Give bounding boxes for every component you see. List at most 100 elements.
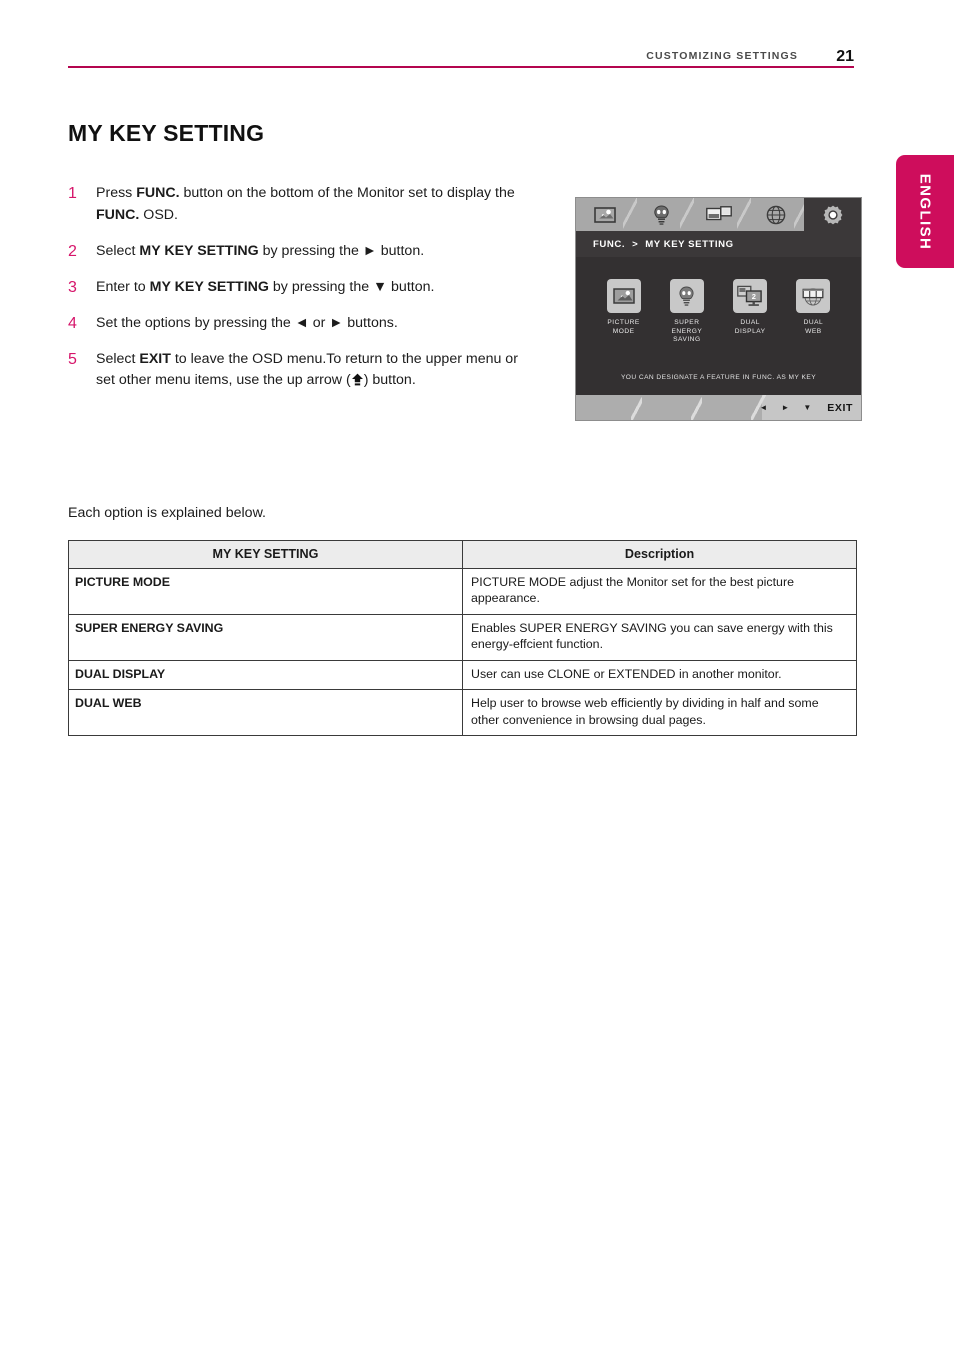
step-text: Set the options by pressing the ◄ or ► b… bbox=[96, 313, 538, 335]
step-fragment: by pressing the ► button. bbox=[258, 242, 425, 259]
header-divider-rule bbox=[68, 66, 854, 68]
table-cell-description: User can use CLONE or EXTENDED in anothe… bbox=[462, 659, 857, 690]
osd-option-picture-mode[interactable]: PICTURE MODE bbox=[596, 279, 652, 345]
osd-option-super-energy-saving[interactable]: SUPER ENERGY SAVING bbox=[659, 279, 715, 345]
step-fragment: button on the bottom of the Monitor set … bbox=[179, 185, 515, 201]
header-breadcrumb-title: CUSTOMIZING SETTINGS bbox=[646, 50, 798, 62]
instruction-steps-list: 1 Press FUNC. button on the bottom of the… bbox=[68, 183, 538, 406]
up-arrow-icon bbox=[351, 372, 364, 386]
osd-breadcrumb-separator: > bbox=[632, 238, 639, 250]
osd-right-arrow-button[interactable]: ► bbox=[781, 403, 789, 412]
osd-hint-text: YOU CAN DESIGNATE A FEATURE IN FUNC. AS … bbox=[620, 374, 817, 381]
step-text: Select MY KEY SETTING by pressing the ► … bbox=[96, 241, 538, 263]
osd-breadcrumb-root: FUNC. bbox=[593, 238, 626, 250]
table-cell-name: DUAL WEB bbox=[68, 689, 463, 736]
picture-mode-icon bbox=[612, 288, 635, 304]
step-fragment: Select bbox=[96, 242, 140, 259]
step-text: Press FUNC. button on the bottom of the … bbox=[96, 183, 538, 226]
osd-option-label: SUPER ENERGY SAVING bbox=[671, 319, 703, 344]
picture-mode-icon bbox=[593, 206, 616, 223]
osd-option-label: DUAL WEB bbox=[803, 319, 824, 335]
page-header: CUSTOMIZING SETTINGS 21 bbox=[68, 40, 854, 68]
table-cell-description: Enables SUPER ENERGY SAVING you can save… bbox=[462, 613, 857, 661]
step-number: 3 bbox=[68, 278, 77, 296]
osd-tab-globe[interactable] bbox=[747, 198, 808, 231]
table-row: DUAL WEB Help user to browse web efficien… bbox=[68, 689, 857, 736]
osd-tab-dual-display[interactable] bbox=[690, 198, 751, 231]
step-fragment: ) button. bbox=[363, 372, 416, 388]
step-emphasis: FUNC. bbox=[96, 206, 140, 223]
step-fragment: Set the options by pressing the ◄ or ► b… bbox=[96, 314, 398, 331]
table-cell-name: SUPER ENERGY SAVING bbox=[68, 613, 463, 661]
step-emphasis: EXIT bbox=[139, 350, 171, 367]
page-title: MY KEY SETTING bbox=[68, 120, 265, 146]
instruction-step: 1 Press FUNC. button on the bottom of the… bbox=[68, 183, 538, 226]
table-cell-description: Help user to browse web efficiently by d… bbox=[462, 689, 857, 736]
step-fragment: Select bbox=[96, 350, 140, 367]
osd-tab-picture-mode[interactable] bbox=[576, 198, 637, 231]
osd-option-icon-wrap: 2 bbox=[733, 279, 768, 313]
step-text: Enter to MY KEY SETTING by pressing the … bbox=[96, 277, 538, 299]
osd-down-arrow-button[interactable]: ▼ bbox=[803, 403, 811, 412]
osd-tab-super-energy-saving[interactable] bbox=[633, 198, 694, 231]
osd-exit-button[interactable]: EXIT bbox=[827, 402, 853, 414]
language-tab-english: ENGLISH bbox=[896, 155, 954, 268]
osd-option-icon-wrap bbox=[669, 279, 704, 313]
instruction-step: 4 Set the options by pressing the ◄ or ► … bbox=[68, 313, 538, 335]
table-cell-description: PICTURE MODE adjust the Monitor set for … bbox=[462, 567, 857, 615]
lightbulb-icon bbox=[654, 204, 669, 225]
step-fragment: by pressing the ▼ button. bbox=[268, 278, 435, 295]
table-intro-text: Each option is explained below. bbox=[68, 505, 266, 521]
step-number: 1 bbox=[68, 185, 77, 202]
step-fragment: Enter to bbox=[96, 278, 150, 295]
footer-segment bbox=[702, 395, 767, 420]
step-number: 2 bbox=[68, 242, 77, 260]
my-key-setting-table: MY KEY SETTING Description PICTURE MODE P… bbox=[68, 540, 857, 736]
page-number: 21 bbox=[836, 48, 854, 65]
osd-option-label: DUAL DISPLAY bbox=[734, 319, 766, 335]
dual-display-icon bbox=[705, 206, 732, 221]
table-header-description: Description bbox=[462, 540, 857, 569]
gear-icon bbox=[823, 205, 842, 224]
instruction-step: 2 Select MY KEY SETTING by pressing the ►… bbox=[68, 241, 538, 263]
osd-footer-bar: ◄ ► ▼ EXIT bbox=[576, 395, 861, 420]
osd-option-icon-wrap bbox=[796, 279, 831, 313]
table-body: PICTURE MODE PICTURE MODE adjust the Moni… bbox=[68, 567, 857, 736]
table-header-row: MY KEY SETTING Description bbox=[68, 540, 857, 569]
globe-icon bbox=[766, 205, 785, 224]
footer-segment bbox=[642, 395, 707, 420]
step-text: Select EXIT to leave the OSD menu.To ret… bbox=[96, 349, 538, 392]
table-header-name: MY KEY SETTING bbox=[68, 540, 463, 569]
osd-tab-bar bbox=[576, 198, 861, 231]
step-number: 5 bbox=[68, 350, 77, 368]
table-row: PICTURE MODE PICTURE MODE adjust the Moni… bbox=[68, 567, 857, 615]
step-fragment: OSD. bbox=[139, 206, 178, 223]
osd-option-dual-display[interactable]: 2 DUAL DISPLAY bbox=[722, 279, 778, 345]
svg-text:2: 2 bbox=[752, 292, 756, 301]
table-cell-name: PICTURE MODE bbox=[68, 567, 463, 615]
lightbulb-icon bbox=[679, 286, 694, 306]
step-emphasis: MY KEY SETTING bbox=[139, 242, 259, 259]
step-number: 4 bbox=[68, 314, 77, 332]
instruction-step: 5 Select EXIT to leave the OSD menu.To re… bbox=[68, 349, 538, 392]
osd-option-icon-wrap bbox=[606, 279, 641, 313]
osd-option-dual-web[interactable]: DUAL WEB bbox=[785, 279, 841, 345]
osd-breadcrumb: FUNC. > MY KEY SETTING bbox=[576, 231, 861, 257]
osd-breadcrumb-current: MY KEY SETTING bbox=[645, 238, 734, 250]
osd-screenshot-panel: FUNC. > MY KEY SETTING PICTURE MODE SUPE… bbox=[576, 198, 861, 420]
step-emphasis: FUNC. bbox=[136, 185, 180, 201]
table-row: SUPER ENERGY SAVING Enables SUPER ENERGY … bbox=[68, 613, 857, 661]
osd-tab-func-settings-active[interactable] bbox=[804, 198, 861, 231]
osd-options-row: PICTURE MODE SUPER ENERGY SAVING 2 DUAL … bbox=[592, 279, 845, 345]
instruction-step: 3 Enter to MY KEY SETTING by pressing the… bbox=[68, 277, 538, 299]
footer-segment bbox=[576, 395, 647, 420]
step-emphasis: MY KEY SETTING bbox=[149, 278, 269, 295]
osd-option-label: PICTURE MODE bbox=[607, 319, 640, 335]
language-tab-label: ENGLISH bbox=[916, 173, 934, 250]
dual-display-icon: 2 bbox=[737, 285, 762, 306]
osd-footer-controls: ◄ ► ▼ EXIT bbox=[759, 395, 853, 420]
table-row: DUAL DISPLAY User can use CLONE or EXTEND… bbox=[68, 659, 857, 690]
dual-web-icon bbox=[802, 288, 824, 306]
step-fragment: Press bbox=[96, 185, 137, 201]
osd-left-arrow-button[interactable]: ◄ bbox=[759, 403, 767, 412]
